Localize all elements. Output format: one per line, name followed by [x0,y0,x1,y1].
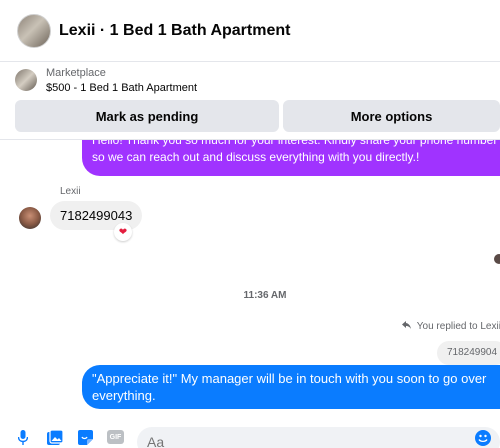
emoji-icon[interactable] [475,430,491,446]
sender-name: Lexii [60,186,81,197]
marketplace-card: Marketplace $500 - 1 Bed 1 Bath Apartmen… [0,62,500,140]
reply-context-label: You replied to Lexii [402,321,500,332]
marketplace-label: Marketplace [46,67,106,79]
heart-reaction-icon[interactable]: ❤ [114,223,132,241]
quoted-message[interactable]: 718249904 [437,341,500,365]
listing-title[interactable]: $500 - 1 Bed 1 Bath Apartment [46,82,197,94]
outgoing-message-text: Hello! Thank you so much for your intere… [92,140,498,164]
outgoing-reply-bubble[interactable]: "Appreciate it!" My manager will be in t… [82,365,500,409]
photo-gallery-icon[interactable] [47,429,63,445]
reply-context-text: You replied to Lexii [416,321,500,332]
outgoing-message-bubble[interactable]: Hello! Thank you so much for your intere… [82,140,500,176]
conversation-title[interactable]: Lexii · 1 Bed 1 Bath Apartment [59,22,290,40]
listing-thumbnail[interactable] [15,69,37,91]
microphone-icon[interactable] [17,429,29,445]
mark-as-pending-button[interactable]: Mark as pending [15,100,279,132]
sticker-icon[interactable] [78,429,93,445]
message-input[interactable] [137,427,500,448]
more-options-button[interactable]: More options [283,100,500,132]
message-timestamp: 11:36 AM [243,290,287,301]
read-receipt-avatar [494,254,500,264]
gif-icon[interactable]: GIF [107,430,124,444]
listing-avatar[interactable] [17,13,51,48]
conversation-header: Lexii · 1 Bed 1 Bath Apartment [0,0,500,62]
reply-arrow-icon [402,321,414,332]
sender-avatar[interactable] [19,207,41,229]
